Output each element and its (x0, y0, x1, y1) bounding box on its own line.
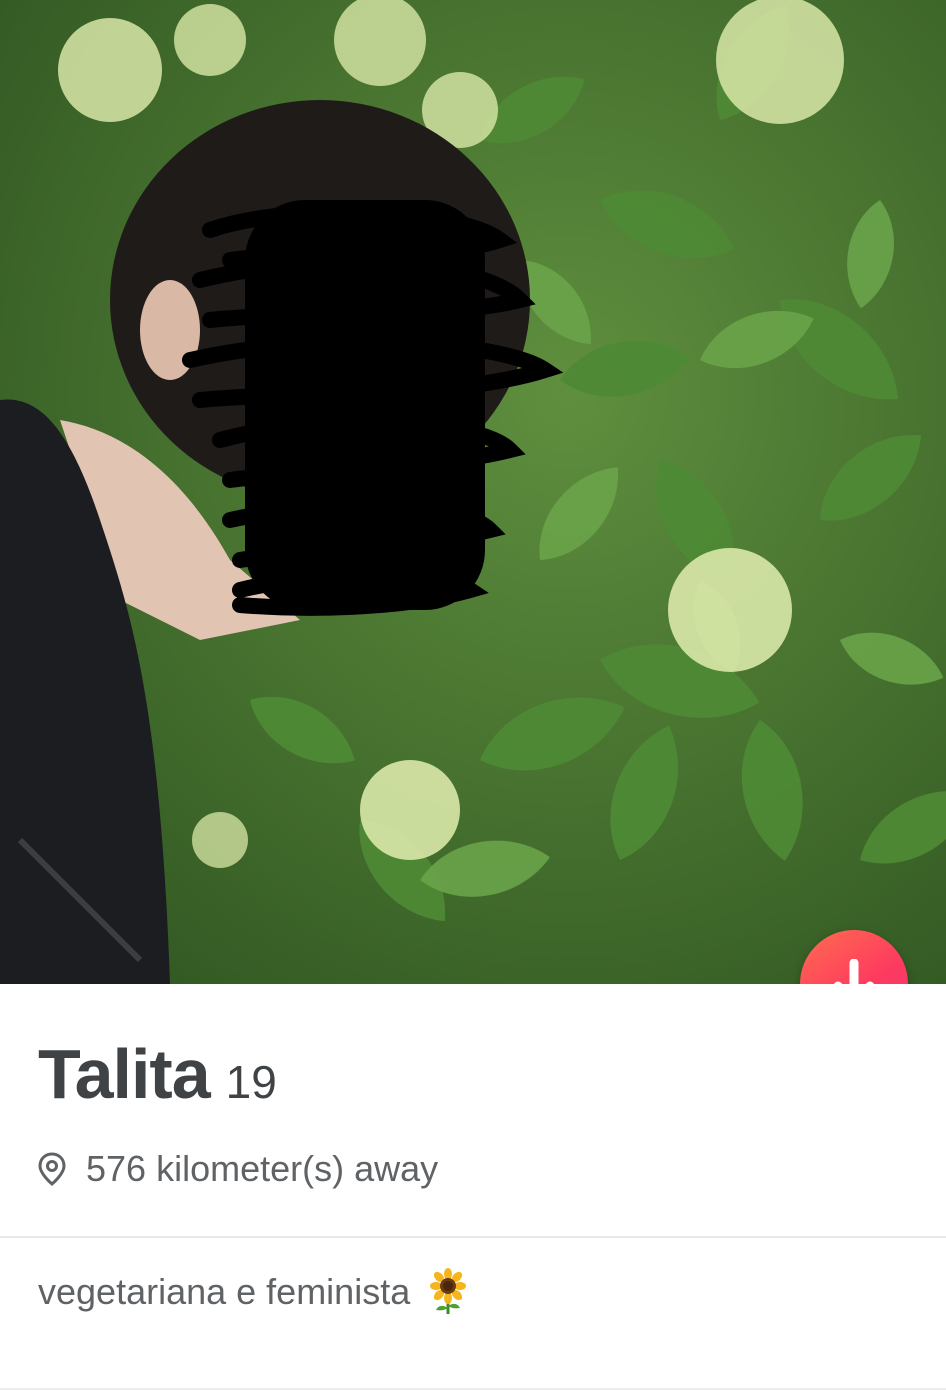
profile-name: Talita (38, 1035, 211, 1113)
bottom-divider (0, 1388, 946, 1390)
bio-row: vegetariana e feminista (38, 1268, 468, 1316)
location-pin-icon (38, 1152, 66, 1186)
profile-photo[interactable] (0, 0, 946, 984)
profile-age: 19 (225, 1056, 277, 1108)
profile-info-card: Talita 19 576 kilometer(s) away vegetari… (0, 984, 946, 1396)
bio-text: vegetariana e feminista (38, 1271, 411, 1312)
name-age-row: Talita 19 (38, 1034, 277, 1114)
distance-text: 576 kilometer(s) away (86, 1148, 439, 1189)
distance-row: 576 kilometer(s) away (38, 1148, 438, 1190)
sunflower-icon (430, 1268, 467, 1314)
section-divider (0, 1236, 946, 1238)
